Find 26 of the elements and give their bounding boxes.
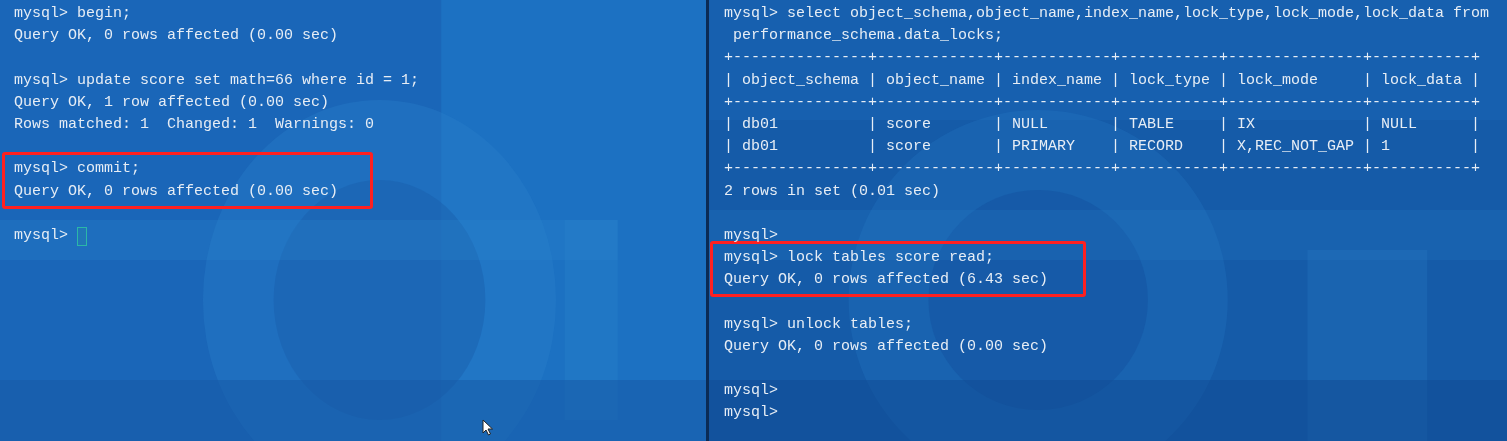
terminal-line: mysql> unlock tables; — [724, 314, 915, 335]
terminal-line: | object_schema | object_name | index_name | lock_type | lock_mode | lock_data | — [724, 70, 1482, 91]
terminal-line: Query OK, 1 row affected (0.00 sec) — [14, 92, 331, 113]
terminal-line: mysql> — [724, 225, 779, 246]
terminal-line: performance_schema.data_locks; — [732, 26, 1005, 47]
terminal-line: | db01 | score | NULL | TABLE | IX | NULL | — [724, 114, 1482, 135]
terminal-line: +---------------+-------------+------------+-----------+---------------+-----------+ — [724, 92, 1482, 113]
terminal-line: +---------------+-------------+------------+-----------+---------------+-----------+ — [724, 159, 1482, 180]
terminal-line: Query OK, 0 rows affected (0.00 sec) — [724, 336, 1049, 357]
terminal-line: Query OK, 0 rows affected (0.00 sec) — [14, 181, 339, 202]
text-cursor — [77, 226, 87, 246]
terminal-line: mysql> select object_schema,object_name,index_name,lock_type,lock_mode,lock_data from — [724, 4, 1490, 24]
terminal-line: mysql> commit; — [14, 159, 142, 180]
terminal-line: Rows matched: 1 Changed: 1 Warnings: 0 — [14, 114, 376, 135]
terminal-line: mysql> lock tables score read; — [724, 248, 996, 269]
terminal-line: +---------------+-------------+------------+-----------+---------------+-----------+ — [724, 48, 1482, 69]
terminal-line: mysql> update score set math=66 where id = 1; — [14, 70, 420, 91]
terminal-line: mysql> — [724, 403, 779, 424]
terminal-line: mysql> — [724, 381, 779, 402]
mouse-pointer-icon — [482, 419, 494, 436]
terminal-line: 2 rows in set (0.01 sec) — [724, 181, 942, 202]
terminal-line: Query OK, 0 rows affected (0.00 sec) — [14, 26, 340, 47]
terminal-line: mysql> — [14, 225, 69, 246]
terminal-line: Query OK, 0 rows affected (6.43 sec) — [724, 270, 1049, 291]
terminal-line: | db01 | score | PRIMARY | RECORD | X,REC_NOT_GAP | 1 | — [724, 137, 1482, 158]
terminal-line: mysql> begin; — [14, 4, 133, 24]
